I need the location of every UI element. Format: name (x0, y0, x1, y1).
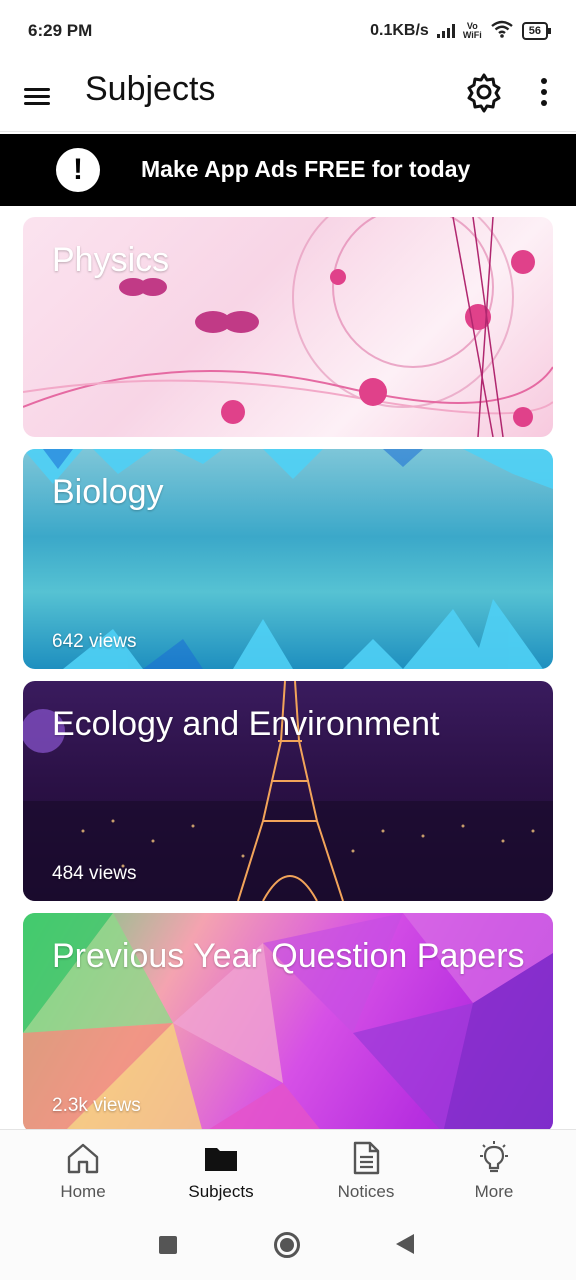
nav-label: Subjects (188, 1182, 254, 1201)
more-vert-icon[interactable] (530, 76, 558, 110)
card-views: 484 views (52, 863, 137, 884)
status-icons: 0.1KB/s Vo WiFi 56 (370, 20, 552, 43)
back-icon[interactable] (396, 1234, 414, 1254)
nav-item-subjects[interactable]: Subjects (166, 1140, 276, 1210)
card-views: 2.3k views (52, 1095, 141, 1116)
nav-label: Notices (337, 1182, 395, 1201)
gear-icon[interactable] (462, 70, 506, 114)
subject-card-ecology[interactable]: Ecology and Environment 484 views (23, 681, 553, 901)
status-bar: 6:29 PM 0.1KB/s Vo WiFi 56 (0, 0, 576, 62)
recents-icon[interactable] (159, 1236, 177, 1254)
card-title: Physics (52, 241, 170, 279)
vowifi-icon: Vo WiFi (462, 21, 482, 40)
hamburger-menu-icon[interactable] (22, 82, 52, 112)
subject-card-biology[interactable]: Biology 642 views (23, 449, 553, 669)
nav-item-home[interactable]: Home (28, 1140, 138, 1210)
document-icon (353, 1141, 380, 1175)
nav-item-notices[interactable]: Notices (311, 1140, 421, 1210)
page-title: Subjects (85, 70, 216, 108)
ad-banner-text: Make App Ads FREE for today (141, 156, 471, 182)
card-views: 642 views (52, 631, 137, 652)
nav-label: More (474, 1182, 514, 1201)
home-circle-icon[interactable] (274, 1232, 300, 1258)
card-title: Ecology and Environment (52, 705, 440, 743)
status-time: 6:29 PM (28, 21, 93, 40)
subject-card-question-papers[interactable]: Previous Year Question Papers 2.3k views (23, 913, 553, 1133)
app-bar: Subjects (0, 62, 576, 132)
system-nav-bar (0, 1216, 576, 1280)
signal-icon (436, 24, 455, 38)
wifi-icon (490, 20, 514, 43)
card-title: Biology (52, 473, 164, 511)
ad-free-banner[interactable]: ! Make App Ads FREE for today (0, 134, 576, 206)
nav-label: Home (60, 1182, 106, 1201)
home-icon (67, 1143, 99, 1174)
lightbulb-icon (480, 1141, 508, 1173)
folder-icon (205, 1148, 237, 1171)
battery-icon: 56 (521, 22, 552, 40)
card-title: Previous Year Question Papers (52, 937, 525, 975)
subject-card-physics[interactable]: Physics (23, 217, 553, 437)
network-speed: 0.1KB/s (370, 22, 429, 39)
exclamation-icon: ! (56, 148, 100, 192)
nav-item-more[interactable]: More (439, 1140, 549, 1210)
bottom-nav: Home Subjects Notices More (0, 1129, 576, 1217)
